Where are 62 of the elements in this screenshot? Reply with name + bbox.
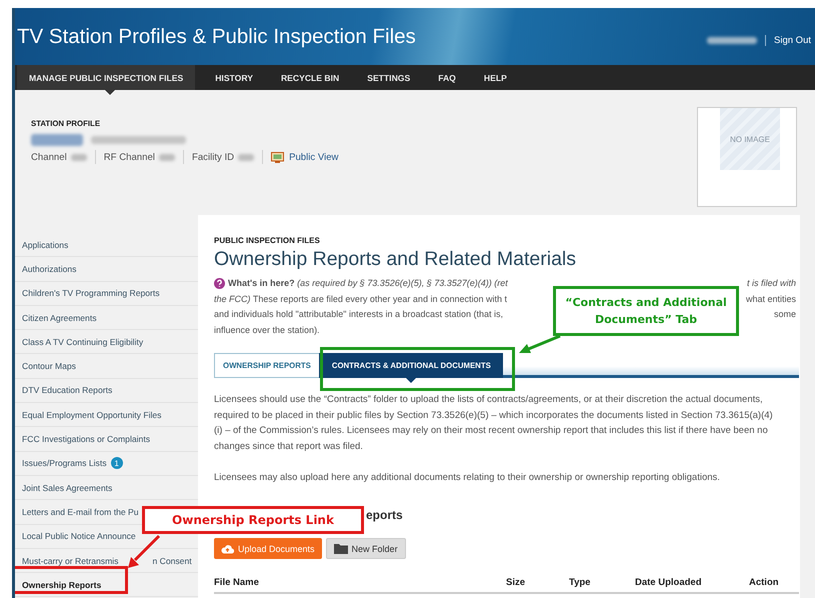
help-text: the FCC) These reports are filed every other year and in connection with t [214,292,507,306]
sidebar-item-text: n Consent [152,556,192,566]
sidebar-item[interactable]: Local Public Notice Announce [22,531,136,542]
nav-tab[interactable]: HISTORY [203,65,269,90]
sidebar-item[interactable]: Ownership Reports [22,580,102,590]
help-icon [214,278,225,290]
monitor-icon [271,152,284,162]
column-header: Date Uploaded [635,577,703,588]
redacted-value [70,154,87,160]
field-label: Facility ID [192,152,234,162]
public-view-link[interactable]: Public View [289,152,338,162]
sidebar-item[interactable]: Class A TV Continuing Eligibility [22,336,144,347]
sidebar-item[interactable]: Joint Sales Agreements [22,482,112,493]
help-text: what entities [746,292,796,306]
count-badge: 1 [110,457,123,470]
section-label: PUBLIC INSPECTION FILES [214,236,320,245]
redacted-value [238,154,254,160]
sidebar-item[interactable]: Applications [22,240,68,250]
nav-tab[interactable]: RECYCLE BIN [268,65,356,90]
new-folder-button[interactable]: New Folder [326,538,406,560]
folder-icon [334,543,348,554]
sidebar-item[interactable]: Children's TV Programming Reports [22,288,160,298]
tab-pointer [105,90,116,95]
sidebar-item[interactable]: Issues/Programs Lists [22,458,107,468]
field-label: RF Channel [104,152,155,162]
nav-tab[interactable]: MANAGE PUBLIC INSPECTION FILES [17,65,196,90]
help-text: and individuals hold "attributable" interests in a broadcast station (that is, [214,308,504,322]
help-text: influence over the station). [214,324,320,338]
nav-tab[interactable]: SETTINGS [355,65,426,90]
sidebar-item[interactable]: Letters and E-mail from the Pu [22,506,139,517]
column-header: File Name [214,577,260,588]
help-text: What's in here? (as required by § 73.3526(e)(5), § 73.3527(e)(4)) (ret [228,277,508,290]
paragraph: Licensees may also upload here any additional documents relating to their ownership or ownership reporting obligations. [214,470,721,485]
sidebar-item[interactable]: Authorizations [22,264,76,274]
page-title: Ownership Reports and Related Materials [214,248,576,271]
cloud-upload-icon [221,544,234,554]
nav-tab[interactable]: FAQ [426,65,472,90]
annotation-callout: “Contracts and Additional Documents” Tab [553,286,739,336]
sidebar-item[interactable]: Citizen Agreements [22,312,97,323]
annotation-callout: Ownership Reports Link [142,506,364,534]
sidebar-item[interactable]: FCC Investigations or Complaints [22,434,150,444]
sidebar-item[interactable]: Contour Maps [22,361,76,372]
redacted-value [158,154,175,160]
section-title: eports [366,508,403,522]
column-header: Type [569,577,592,588]
sidebar-item[interactable]: Must-carry or Retransmis [22,556,118,566]
column-header: Action [749,577,780,588]
redacted-username [707,37,758,44]
sign-out-link[interactable]: Sign Out [765,35,811,46]
column-header: Size [506,577,526,588]
sidebar-item[interactable]: DTV Education Reports [22,385,112,396]
help-text: some [774,308,796,322]
field-label: Channel [31,152,67,162]
annotation-arrow [518,334,562,356]
nav-tab[interactable]: HELP [472,65,523,90]
help-text: t is filed with [746,277,796,290]
redacted-station-name [31,134,83,146]
sidebar-item[interactable]: Equal Employment Opportunity Files [22,410,162,420]
paragraph: Licensees should use the “Contracts” folder to upload the lists of contracts/agreements, or at their discretion the actual documents, required to be placed in their public files by Section 73.3526(e)(5) – which incorporates the documents listed in Section 73.3615(a)(4)(i) – of the Commission’s rules. Licensees may rely on their most recent ownership report that includes this list if there have been no changes since that report was filed. [214,392,774,454]
app-title: TV Station Profiles & Public Inspection Files [17,24,416,48]
tab-pointer [406,378,416,383]
no-image-label: NO IMAGE [720,108,780,170]
